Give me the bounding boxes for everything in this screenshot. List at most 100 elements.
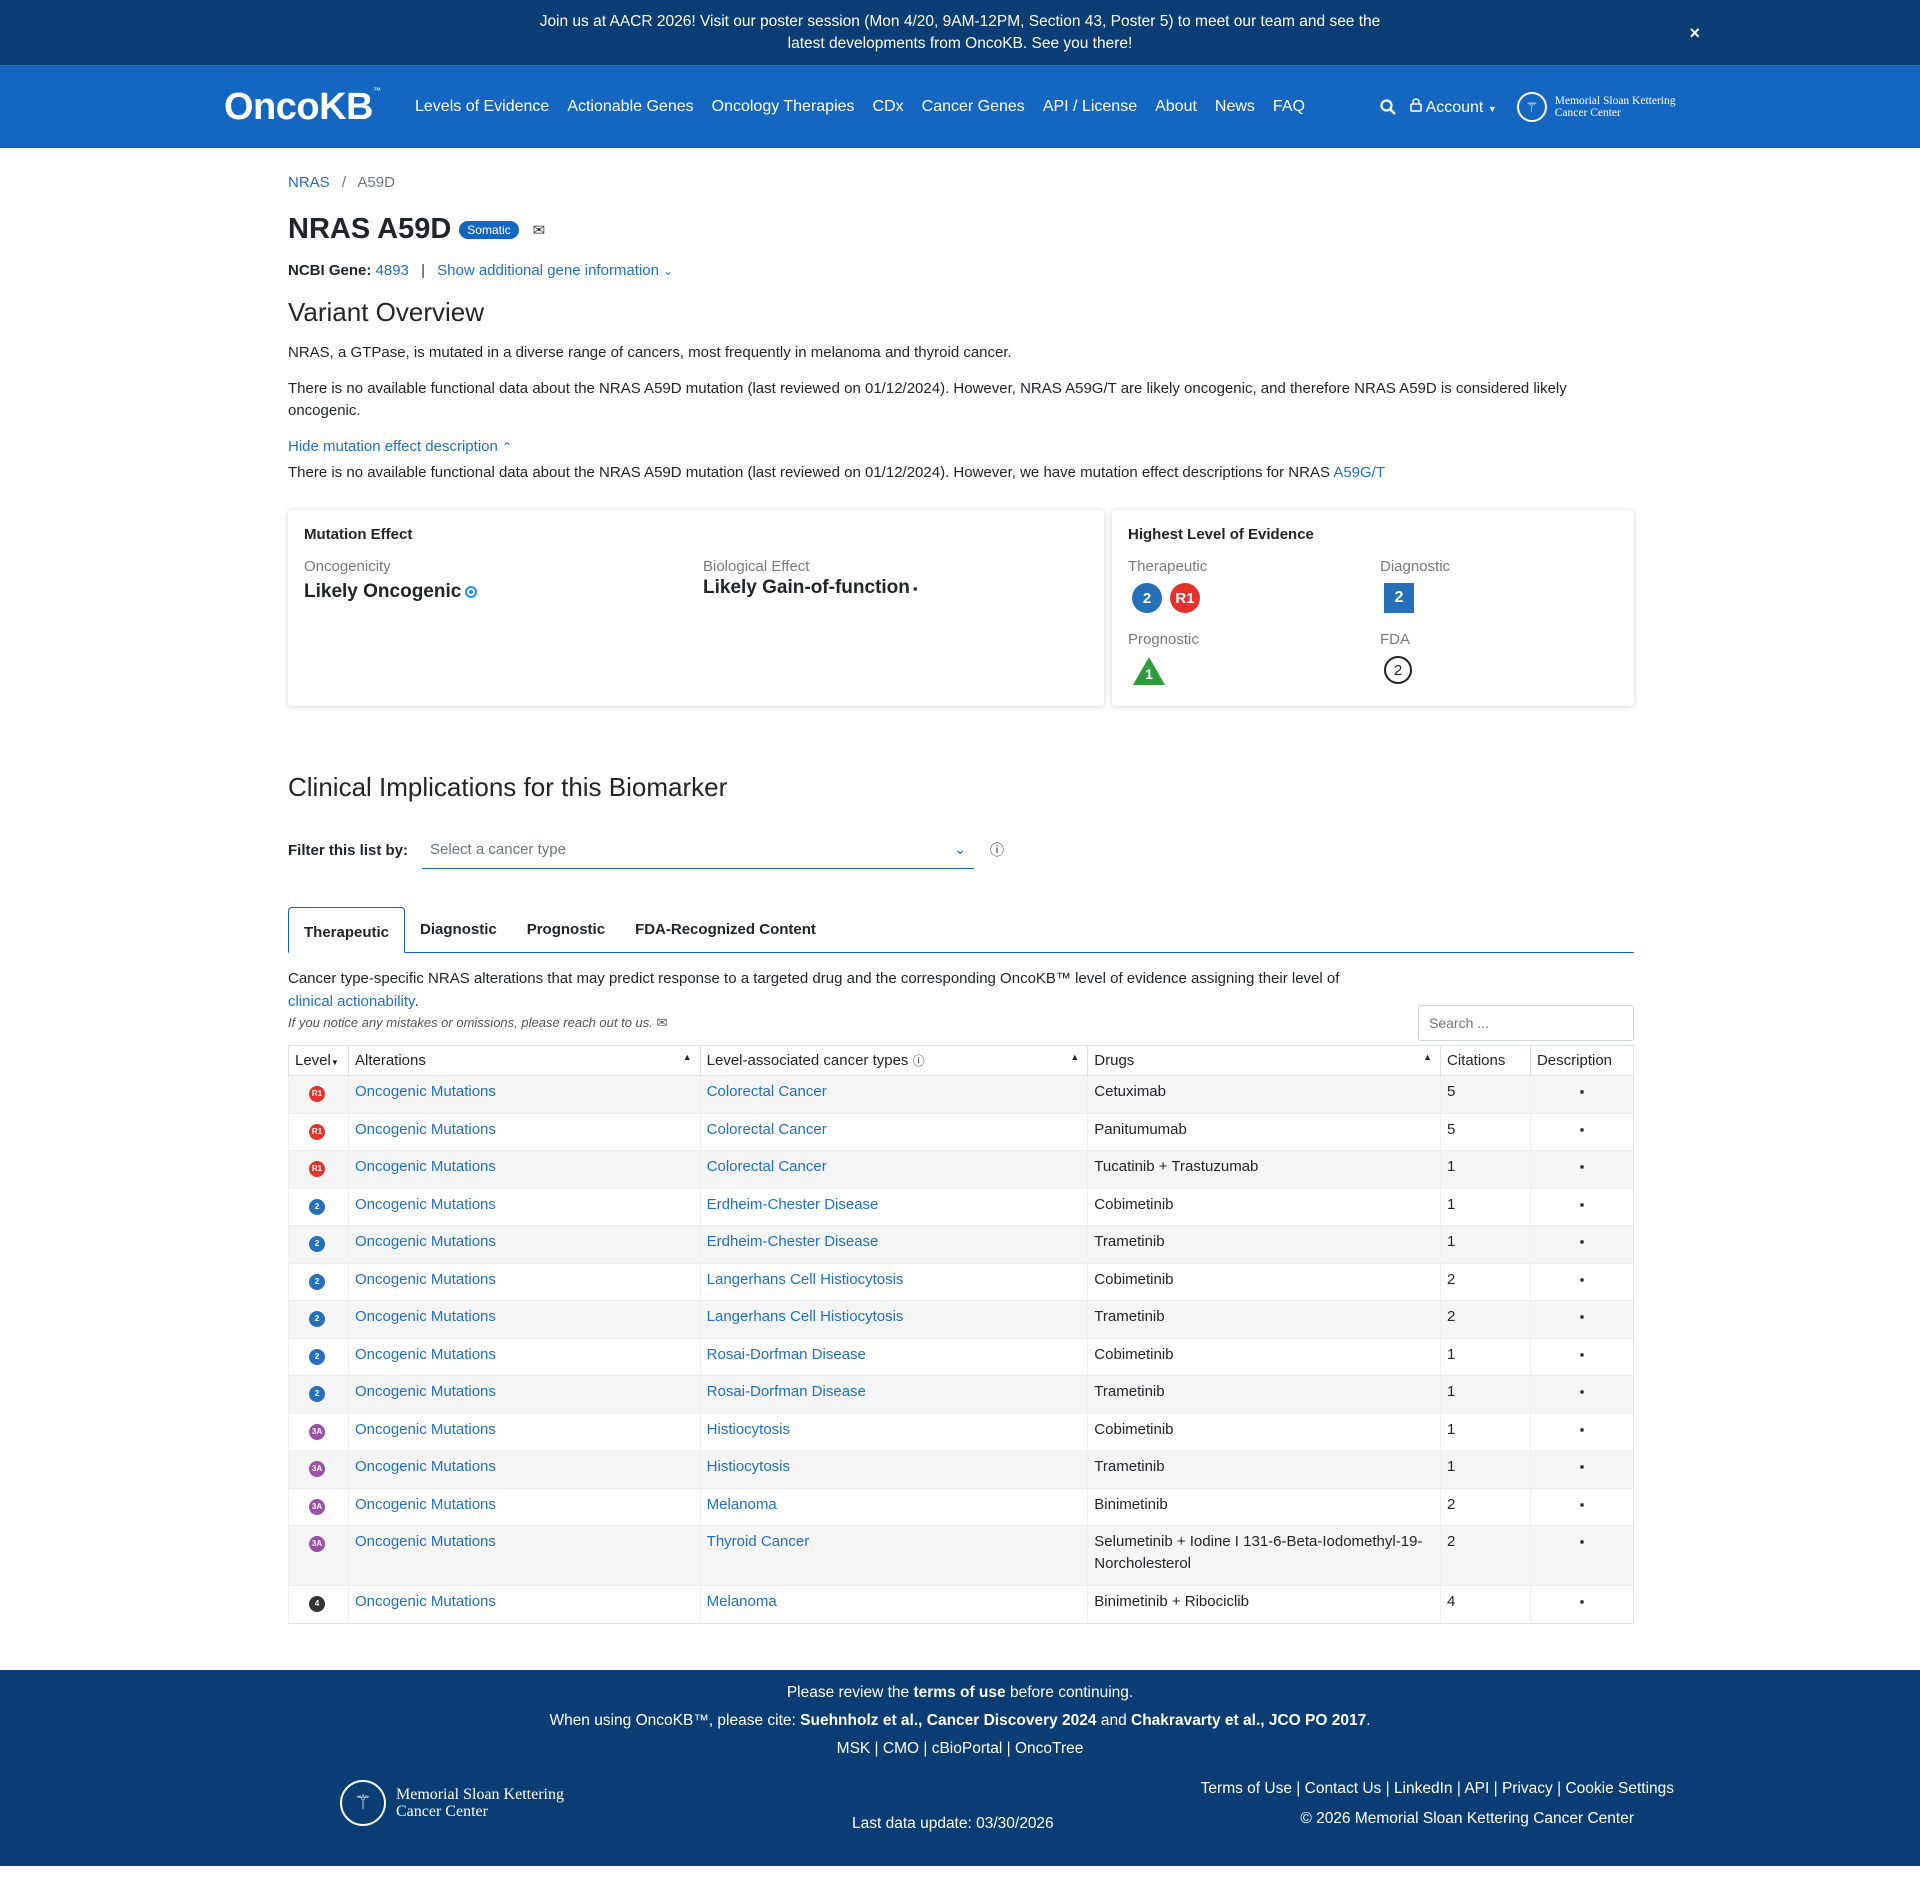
nav-api-license[interactable]: API / License xyxy=(1043,98,1137,116)
cancer-type-link[interactable]: Colorectal Cancer xyxy=(707,1121,827,1138)
book-icon[interactable]: ▪ xyxy=(1529,1075,1634,1113)
cancer-type-link[interactable]: Thyroid Cancer xyxy=(707,1533,810,1550)
nav-oncology-therapies[interactable]: Oncology Therapies xyxy=(712,98,855,116)
alteration-link[interactable]: Oncogenic Mutations xyxy=(355,1421,496,1438)
cancer-type-link[interactable]: Melanoma xyxy=(707,1496,777,1513)
level-icon[interactable]: R1 xyxy=(309,1086,325,1102)
alteration-link[interactable]: Oncogenic Mutations xyxy=(355,1271,496,1288)
alteration-link[interactable]: Oncogenic Mutations xyxy=(355,1233,496,1250)
header-drugs[interactable]: Drugs ▲ xyxy=(1087,1045,1441,1076)
cite-link-2[interactable]: Chakravarty et al., JCO PO 2017 xyxy=(1131,1712,1366,1729)
show-gene-info-link[interactable]: Show additional gene information ⌄ xyxy=(437,262,673,279)
cancer-type-link[interactable]: Rosai-Dorfman Disease xyxy=(707,1383,866,1400)
footer-link-cbioportal[interactable]: cBioPortal xyxy=(932,1740,1003,1757)
msk-logo[interactable]: ⚚ Memorial Sloan Kettering Cancer Center xyxy=(1516,92,1675,122)
nav-news[interactable]: News xyxy=(1215,98,1255,116)
header-level[interactable]: Level▼ xyxy=(288,1045,349,1076)
book-icon[interactable]: ▪ xyxy=(1529,1375,1634,1413)
envelope-icon[interactable]: ✉ xyxy=(657,1015,668,1030)
citations-cell[interactable]: 5 xyxy=(1440,1075,1531,1113)
level-icon[interactable]: 2 xyxy=(309,1198,325,1215)
prognostic-level-icon[interactable]: 1 xyxy=(1132,656,1166,686)
cancer-type-link[interactable]: Colorectal Cancer xyxy=(707,1158,827,1175)
alteration-link[interactable]: Oncogenic Mutations xyxy=(355,1083,496,1100)
header-citations[interactable]: Citations xyxy=(1440,1045,1531,1076)
footer-msk-logo[interactable]: ⚚ Memorial Sloan Kettering Cancer Center xyxy=(340,1779,564,1826)
level-icon[interactable]: R1 xyxy=(309,1161,325,1177)
alteration-link[interactable]: Oncogenic Mutations xyxy=(355,1496,496,1513)
book-icon[interactable]: ▪ xyxy=(1529,1488,1634,1526)
footer-link-msk[interactable]: MSK xyxy=(837,1740,871,1757)
level-icon[interactable]: 2 xyxy=(309,1236,325,1252)
citations-cell[interactable]: 4 xyxy=(1440,1585,1531,1623)
footer-link-api[interactable]: API xyxy=(1464,1780,1489,1797)
book-icon[interactable]: ▪ xyxy=(1529,1188,1634,1226)
level-icon[interactable]: 4 xyxy=(309,1596,325,1612)
footer-link-cmo[interactable]: CMO xyxy=(883,1740,919,1757)
cite-link-1[interactable]: Suehnholz et al., Cancer Discovery 2024 xyxy=(800,1712,1096,1729)
book-icon[interactable]: ▪ xyxy=(1529,1300,1634,1338)
level-2-icon[interactable]: 2 xyxy=(1132,583,1162,613)
tab-diagnostic[interactable]: Diagnostic xyxy=(405,907,512,952)
level-icon[interactable]: 3A xyxy=(309,1536,325,1552)
a59gt-link[interactable]: A59G/T xyxy=(1333,464,1385,481)
alteration-link[interactable]: Oncogenic Mutations xyxy=(355,1458,496,1475)
footer-link-oncotree[interactable]: OncoTree xyxy=(1015,1740,1083,1757)
tab-therapeutic[interactable]: Therapeutic xyxy=(288,907,406,953)
alteration-link[interactable]: Oncogenic Mutations xyxy=(355,1346,496,1363)
footer-link-linkedin[interactable]: LinkedIn xyxy=(1394,1780,1453,1797)
alteration-link[interactable]: Oncogenic Mutations xyxy=(355,1308,496,1325)
level-icon[interactable]: R1 xyxy=(309,1123,325,1140)
clinical-actionability-link[interactable]: clinical actionability xyxy=(288,993,414,1010)
cancer-type-link[interactable]: Histiocytosis xyxy=(707,1421,790,1438)
nav-levels-of-evidence[interactable]: Levels of Evidence xyxy=(415,98,549,116)
footer-link-privacy[interactable]: Privacy xyxy=(1502,1780,1553,1797)
header-alterations[interactable]: Alterations ▲ xyxy=(347,1045,701,1076)
cancer-type-link[interactable]: Histiocytosis xyxy=(707,1458,790,1475)
citations-cell[interactable]: 1 xyxy=(1440,1150,1531,1188)
footer-link-cookies[interactable]: Cookie Settings xyxy=(1565,1780,1674,1797)
citations-cell[interactable]: 5 xyxy=(1440,1113,1531,1151)
table-search-input[interactable] xyxy=(1418,1005,1634,1041)
book-icon[interactable]: ▪ xyxy=(1529,1150,1634,1188)
oncokb-logo[interactable]: OncoKB™ xyxy=(224,86,381,129)
search-icon[interactable] xyxy=(1380,99,1396,115)
terms-of-use-link[interactable]: terms of use xyxy=(913,1684,1005,1701)
cancer-type-link[interactable]: Erdheim-Chester Disease xyxy=(707,1233,879,1250)
citations-cell[interactable]: 1 xyxy=(1440,1375,1531,1413)
cancer-type-link[interactable]: Erdheim-Chester Disease xyxy=(707,1196,879,1213)
citations-cell[interactable]: 2 xyxy=(1440,1488,1531,1526)
nav-faq[interactable]: FAQ xyxy=(1273,98,1305,116)
fda-level-icon[interactable]: 2 xyxy=(1384,656,1412,684)
footer-link-contact[interactable]: Contact Us xyxy=(1305,1780,1382,1797)
cancer-type-link[interactable]: Langerhans Cell Histiocytosis xyxy=(707,1308,904,1325)
book-icon[interactable]: ▪ xyxy=(1529,1413,1634,1451)
cancer-type-link[interactable]: Melanoma xyxy=(707,1593,777,1610)
book-icon[interactable]: ▪ xyxy=(1529,1225,1634,1263)
nav-cancer-genes[interactable]: Cancer Genes xyxy=(922,98,1025,116)
level-icon[interactable]: 2 xyxy=(309,1348,325,1365)
cancer-type-select[interactable]: Select a cancer type ⌄ xyxy=(422,831,975,869)
level-r1-icon[interactable]: R1 xyxy=(1170,583,1200,613)
cancer-type-link[interactable]: Rosai-Dorfman Disease xyxy=(707,1346,866,1363)
info-icon[interactable]: ⓘ xyxy=(990,840,1004,860)
book-icon[interactable]: ▪ xyxy=(1529,1585,1634,1623)
book-icon[interactable]: ▪ xyxy=(913,581,918,596)
footer-link-terms[interactable]: Terms of Use xyxy=(1201,1780,1292,1797)
level-icon[interactable]: 2 xyxy=(309,1386,325,1402)
citations-cell[interactable]: 1 xyxy=(1440,1188,1531,1226)
level-icon[interactable]: 3A xyxy=(309,1423,325,1440)
book-icon[interactable]: ▪ xyxy=(1529,1338,1634,1376)
alteration-link[interactable]: Oncogenic Mutations xyxy=(355,1593,496,1610)
cancer-type-link[interactable]: Langerhans Cell Histiocytosis xyxy=(707,1271,904,1288)
citations-cell[interactable]: 1 xyxy=(1440,1413,1531,1451)
level-icon[interactable]: 2 xyxy=(309,1273,325,1290)
citations-cell[interactable]: 2 xyxy=(1440,1525,1531,1586)
book-icon[interactable]: ▪ xyxy=(1529,1113,1634,1151)
book-icon[interactable]: ▪ xyxy=(1529,1450,1634,1488)
book-icon[interactable]: ▪ xyxy=(1529,1525,1634,1586)
tab-fda-recognized[interactable]: FDA-Recognized Content xyxy=(620,907,831,952)
account-menu[interactable]: Account ▼ xyxy=(1410,97,1497,117)
header-cancer-types[interactable]: Level-associated cancer types ⓘ ▲ xyxy=(699,1045,1089,1076)
book-icon[interactable]: ▪ xyxy=(1529,1263,1634,1301)
